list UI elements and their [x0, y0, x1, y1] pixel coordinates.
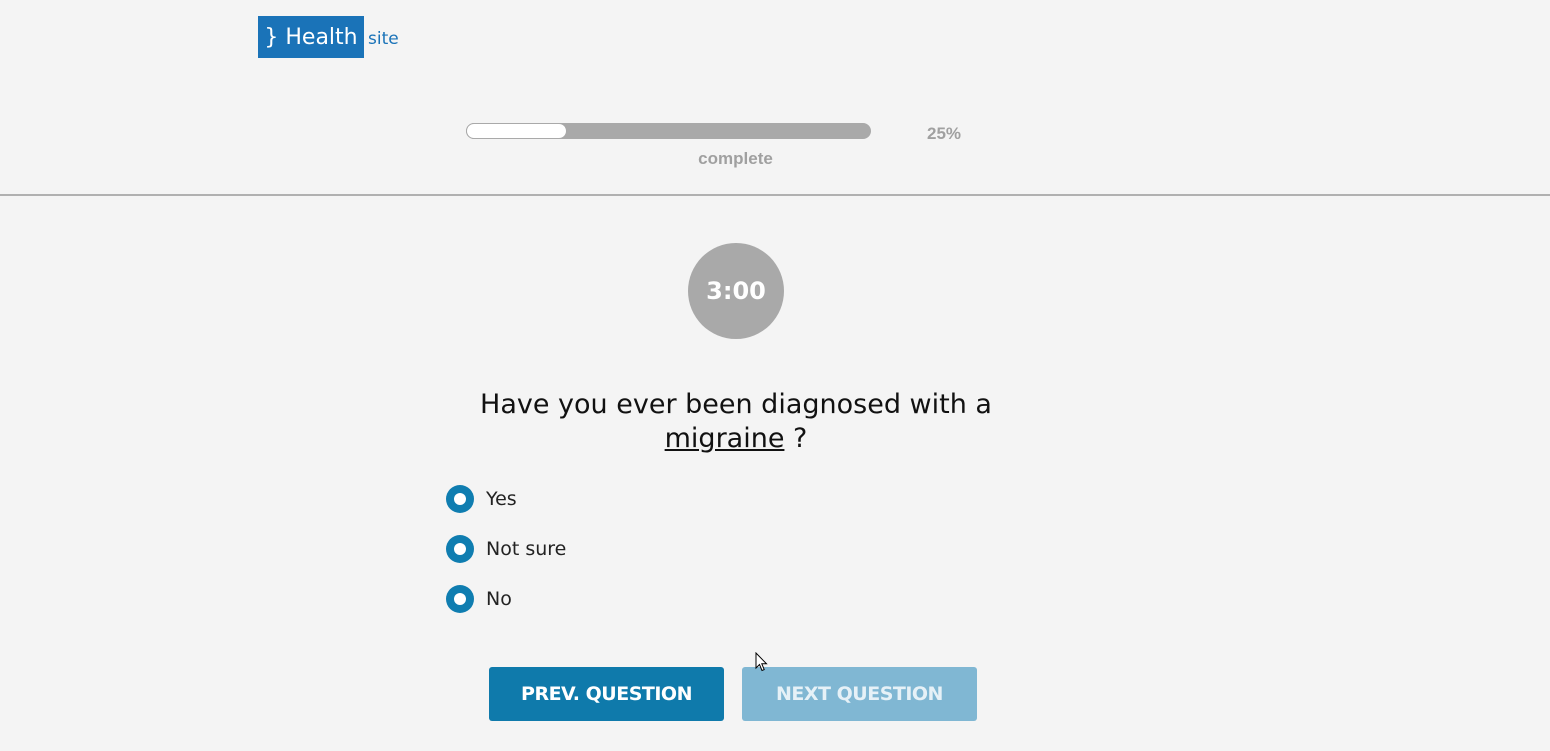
- question-prefix: Have you ever been diagnosed with a: [480, 389, 992, 420]
- radio-button-yes[interactable]: [446, 485, 474, 513]
- radio-dot-icon: [454, 543, 466, 555]
- question-term-link[interactable]: migraine: [665, 423, 785, 454]
- answer-options: Yes Not sure No: [446, 484, 566, 634]
- logo-brand-box: } Health: [258, 16, 364, 58]
- prev-question-button[interactable]: PREV. QUESTION: [489, 667, 724, 721]
- radio-dot-icon: [454, 593, 466, 605]
- quiz-page: } Health site 25% complete 3:00 Have you…: [0, 0, 1550, 751]
- option-label: Yes: [486, 488, 517, 510]
- header-divider: [0, 194, 1550, 196]
- next-question-button[interactable]: NEXT QUESTION: [742, 667, 977, 721]
- option-label: Not sure: [486, 538, 567, 560]
- site-logo[interactable]: } Health site: [258, 16, 399, 58]
- option-yes[interactable]: Yes: [446, 484, 566, 514]
- question-suffix: ?: [793, 423, 808, 454]
- progress-caption: complete: [698, 149, 773, 168]
- radio-dot-icon: [454, 493, 466, 505]
- option-not-sure[interactable]: Not sure: [446, 534, 566, 564]
- radio-button-not-sure[interactable]: [446, 535, 474, 563]
- logo-suffix: site: [368, 29, 399, 49]
- mouse-pointer-icon: [755, 652, 768, 672]
- countdown-timer: 3:00: [688, 243, 784, 339]
- progress-percent: 25%: [927, 124, 962, 143]
- question-text: Have you ever been diagnosed with a migr…: [436, 388, 1036, 456]
- option-no[interactable]: No: [446, 584, 566, 614]
- progress-bar: [466, 123, 871, 139]
- radio-button-no[interactable]: [446, 585, 474, 613]
- progress-bar-fill: [466, 123, 568, 139]
- option-label: No: [486, 588, 512, 610]
